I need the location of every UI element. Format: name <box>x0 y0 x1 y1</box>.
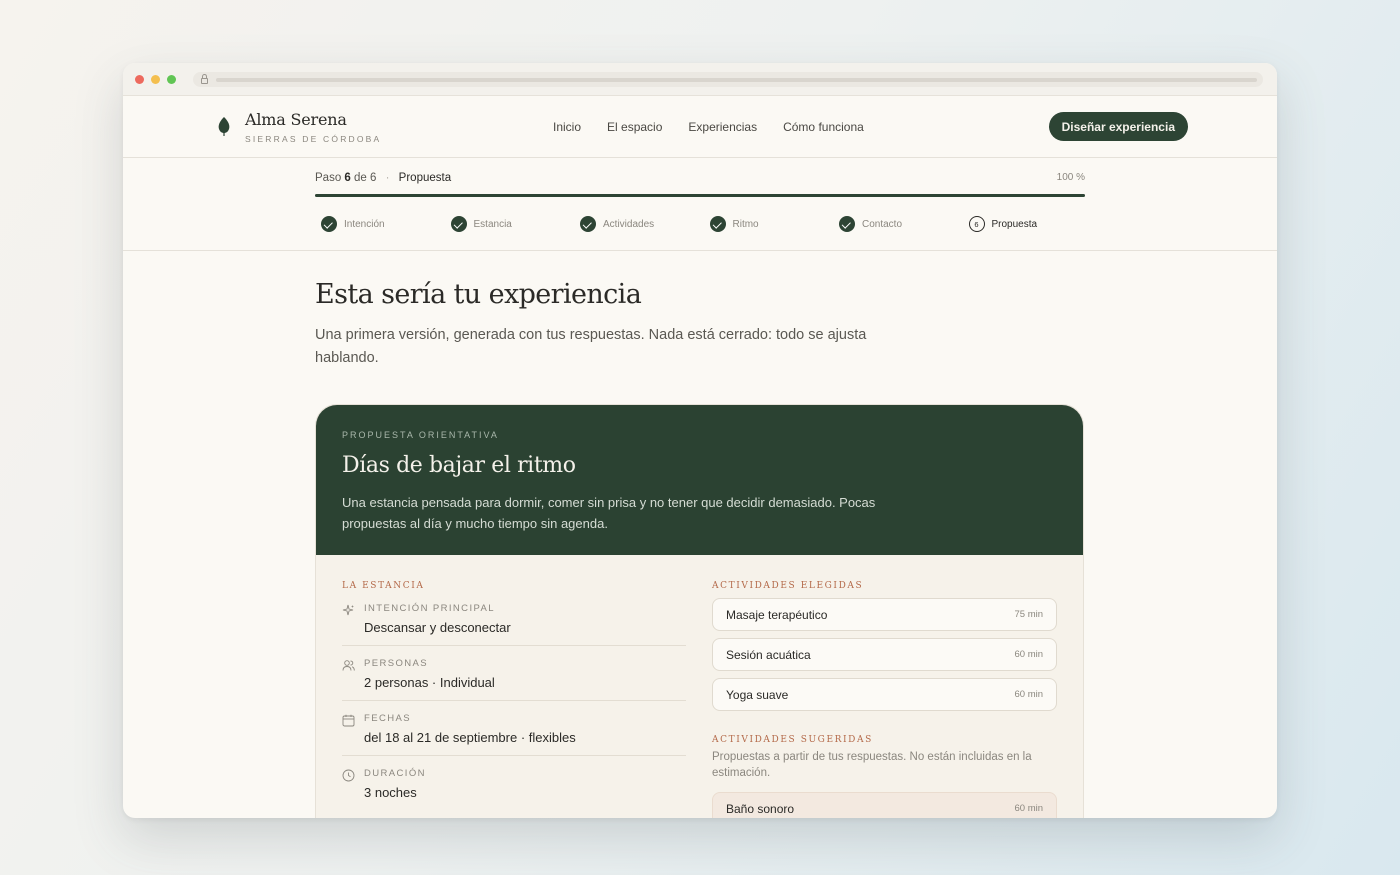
check-circle-icon <box>450 216 467 232</box>
stay-item-label: FECHAS <box>364 713 411 724</box>
stay-item-value: 3 noches <box>364 785 417 800</box>
stay-item-duration: DURACIÓN 3 noches <box>342 756 686 810</box>
step-actividades[interactable]: Actividades <box>580 216 710 232</box>
step-estancia[interactable]: Estancia <box>450 216 581 232</box>
suggested-activities-title: ACTIVIDADES SUGERIDAS <box>712 735 873 745</box>
design-experience-button[interactable]: Diseñar experiencia <box>1048 112 1188 141</box>
step-current: 6 <box>344 172 351 184</box>
progress-section: Paso 6 de 6 · Propuesta 100 % Intención … <box>123 158 1277 251</box>
stay-item-label: INTENCIÓN PRINCIPAL <box>364 603 495 614</box>
stay-item-value: Descansar y desconectar <box>364 620 511 635</box>
main-content: Esta sería tu experiencia Una primera ve… <box>315 253 1085 818</box>
step-label: Ritmo <box>732 218 759 230</box>
brand-logo[interactable]: Alma Serena SIERRAS DE CÓRDOBA <box>217 110 381 144</box>
activity-duration: 60 min <box>1014 689 1043 700</box>
step-label: Estancia <box>473 218 512 230</box>
suggested-activities-description: Propuestas a partir de tus respuestas. N… <box>712 751 1032 779</box>
activity-duration: 75 min <box>1014 609 1043 620</box>
nav-link-inicio[interactable]: Inicio <box>553 120 581 134</box>
check-circle-icon <box>709 216 726 232</box>
progress-track <box>315 194 1085 197</box>
sparkle-icon <box>342 604 354 616</box>
step-of: de 6 <box>354 172 377 184</box>
site-header: Alma Serena SIERRAS DE CÓRDOBA Inicio El… <box>123 96 1277 158</box>
stay-item-label: DURACIÓN <box>364 768 426 779</box>
address-bar[interactable] <box>193 72 1263 87</box>
progress-percent: 100 % <box>1056 172 1085 183</box>
stay-item-value: del 18 al 21 de septiembre · flexibles <box>364 730 576 745</box>
activity-name: Masaje terapéutico <box>726 607 828 622</box>
step-number-badge: 6 <box>968 216 985 232</box>
activity-item[interactable]: Sesión acuática 60 min <box>712 638 1057 671</box>
proposal-body: LA ESTANCIA INTENCIÓN PRINCIPAL Descansa… <box>316 555 1083 818</box>
check-circle-icon <box>839 216 855 232</box>
address-bar-url <box>216 77 1257 82</box>
progress-fill <box>315 194 1085 197</box>
activity-item[interactable]: Yoga suave 60 min <box>712 678 1057 711</box>
browser-window: Alma Serena SIERRAS DE CÓRDOBA Inicio El… <box>123 63 1277 818</box>
leaf-icon <box>218 117 230 136</box>
browser-chrome <box>123 63 1277 96</box>
page-title: Esta sería tu experiencia <box>315 279 642 310</box>
maximize-window-button[interactable] <box>167 74 176 84</box>
steps-list: Intención Estancia Actividades Ritmo Con… <box>321 216 1098 232</box>
stay-item-people: PERSONAS 2 personas · Individual <box>342 646 686 701</box>
stay-item-value: 2 personas · Individual <box>364 675 495 690</box>
stay-item-label: PERSONAS <box>364 658 428 669</box>
lock-icon <box>201 73 208 84</box>
proposal-card: PROPUESTA ORIENTATIVA Días de bajar el r… <box>315 404 1084 818</box>
main-menu: Inicio El espacio Experiencias Cómo func… <box>553 120 864 134</box>
step-intencion[interactable]: Intención <box>321 216 451 232</box>
check-circle-icon <box>580 216 596 232</box>
close-window-button[interactable] <box>135 74 144 84</box>
step-label: Propuesta <box>991 218 1038 230</box>
activities-column: ACTIVIDADES ELEGIDAS Masaje terapéutico … <box>712 581 1057 818</box>
minimize-window-button[interactable] <box>151 74 160 84</box>
step-label: Intención <box>344 218 385 230</box>
activity-name: Baño sonoro <box>726 801 795 816</box>
stay-column: LA ESTANCIA INTENCIÓN PRINCIPAL Descansa… <box>342 581 686 818</box>
step-indicator: Paso 6 de 6 · Propuesta <box>315 172 451 184</box>
step-word: Paso <box>315 172 342 184</box>
suggested-activity-item[interactable]: Baño sonoro 60 min <box>712 792 1057 818</box>
chosen-activities-title: ACTIVIDADES ELEGIDAS <box>712 581 864 591</box>
proposal-eyebrow: PROPUESTA ORIENTATIVA <box>342 430 499 440</box>
calendar-icon <box>342 714 355 727</box>
stay-section-title: LA ESTANCIA <box>342 581 425 591</box>
nav-link-como-funciona[interactable]: Cómo funciona <box>783 120 864 134</box>
step-separator: · <box>385 172 390 184</box>
step-propuesta[interactable]: 6 Propuesta <box>968 216 1099 232</box>
step-contacto[interactable]: Contacto <box>839 216 969 232</box>
step-name: Propuesta <box>398 172 452 184</box>
step-label: Contacto <box>862 218 903 230</box>
brand-subtitle: SIERRAS DE CÓRDOBA <box>245 134 382 144</box>
clock-icon <box>342 769 355 782</box>
activity-duration: 60 min <box>1014 803 1043 814</box>
proposal-title: Días de bajar el ritmo <box>342 453 576 478</box>
activity-name: Yoga suave <box>726 687 789 702</box>
check-circle-icon <box>321 216 337 232</box>
step-label: Actividades <box>603 218 655 230</box>
proposal-description: Una estancia pensada para dormir, comer … <box>342 495 876 531</box>
activity-name: Sesión acuática <box>726 647 811 662</box>
brand-name: Alma Serena <box>245 110 347 129</box>
step-ritmo[interactable]: Ritmo <box>709 216 840 232</box>
page-intro: Una primera versión, generada con tus re… <box>315 327 867 366</box>
stay-item-dates: FECHAS del 18 al 21 de septiembre · flex… <box>342 701 686 756</box>
stay-item-intention: INTENCIÓN PRINCIPAL Descansar y desconec… <box>342 591 686 646</box>
activity-item[interactable]: Masaje terapéutico 75 min <box>712 598 1057 631</box>
nav-link-experiencias[interactable]: Experiencias <box>688 120 757 134</box>
people-icon <box>342 660 355 671</box>
nav-link-el-espacio[interactable]: El espacio <box>607 120 662 134</box>
activity-duration: 60 min <box>1014 649 1043 660</box>
proposal-header: PROPUESTA ORIENTATIVA Días de bajar el r… <box>316 405 1083 555</box>
